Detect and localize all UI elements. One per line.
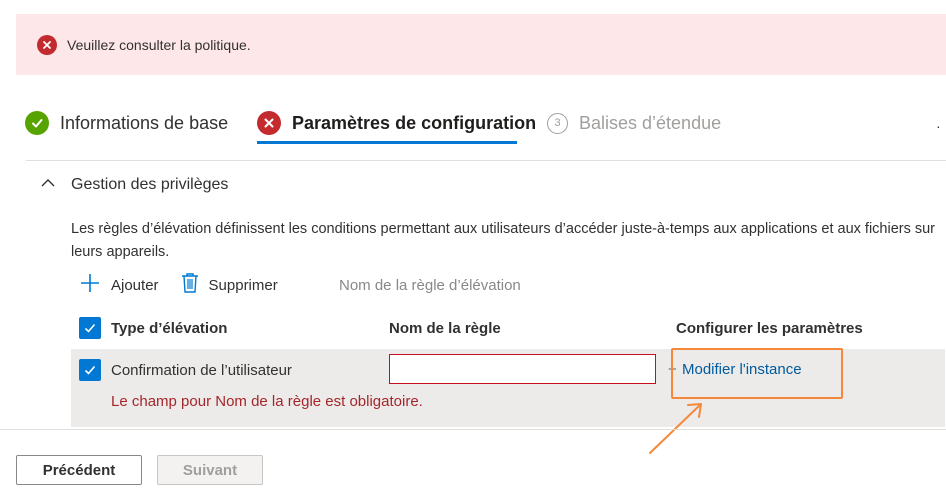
add-button-label: Ajouter — [111, 276, 159, 294]
error-banner: Veuillez consulter la politique. — [16, 14, 946, 75]
annotation-arrow-icon — [649, 403, 702, 454]
row-elevation-type: Confirmation de l’utilisateur — [111, 361, 292, 379]
delete-button-label: Supprimer — [208, 276, 278, 294]
step-basics-label: Informations de base — [60, 112, 229, 133]
checkmark-circle-icon — [25, 111, 49, 135]
plus-icon — [79, 272, 101, 298]
section-title: Gestion des privilèges — [71, 176, 229, 193]
next-button[interactable]: Suivant — [157, 455, 263, 485]
footer-divider — [0, 429, 946, 430]
rule-name-search-input[interactable]: Nom de la règle d’élévation — [339, 272, 521, 298]
column-header-type: Type d’élévation — [111, 319, 228, 337]
step-number-badge: 3 — [547, 112, 568, 134]
wizard-steps: Informations de base Paramètres de confi… — [0, 104, 946, 146]
section-header-privilege-management[interactable]: Gestion des privilèges — [38, 172, 228, 198]
error-banner-message: Veuillez consulter la politique. — [67, 36, 251, 53]
annotation-highlight-box — [671, 348, 843, 399]
step-scope-tags-label: Balises d’étendue — [579, 112, 722, 133]
step-scope-tags[interactable]: 3 Balises d’étendue — [547, 110, 721, 136]
select-all-header: Type d’élévation — [79, 315, 227, 341]
delete-button[interactable]: Supprimer — [181, 272, 278, 298]
step-configuration-label: Paramètres de configuration — [292, 112, 537, 133]
error-circle-icon — [37, 34, 57, 55]
table-header: Type d’élévation Nom de la règle Configu… — [79, 315, 946, 341]
trash-icon — [181, 272, 199, 298]
more-steps-icon[interactable]: · — [936, 118, 941, 134]
error-circle-icon — [257, 111, 281, 135]
previous-button[interactable]: Précédent — [16, 455, 142, 485]
step-configuration[interactable]: Paramètres de configuration — [257, 110, 536, 136]
toolbar: Ajouter Supprimer — [79, 272, 278, 298]
divider — [26, 160, 946, 161]
column-header-rule-name: Nom de la règle — [389, 319, 501, 337]
add-button[interactable]: Ajouter — [79, 272, 159, 298]
step-basics[interactable]: Informations de base — [25, 110, 228, 136]
row-checkbox[interactable] — [79, 359, 101, 381]
select-all-checkbox[interactable] — [79, 317, 101, 339]
rule-name-error-message: Le champ pour Nom de la règle est obliga… — [111, 393, 423, 410]
active-step-indicator — [257, 141, 517, 144]
section-description: Les règles d’élévation définissent les c… — [71, 221, 936, 260]
rule-name-input[interactable] — [389, 354, 656, 384]
column-header-configure: Configurer les paramètres — [676, 319, 863, 337]
chevron-up-icon — [38, 173, 58, 198]
